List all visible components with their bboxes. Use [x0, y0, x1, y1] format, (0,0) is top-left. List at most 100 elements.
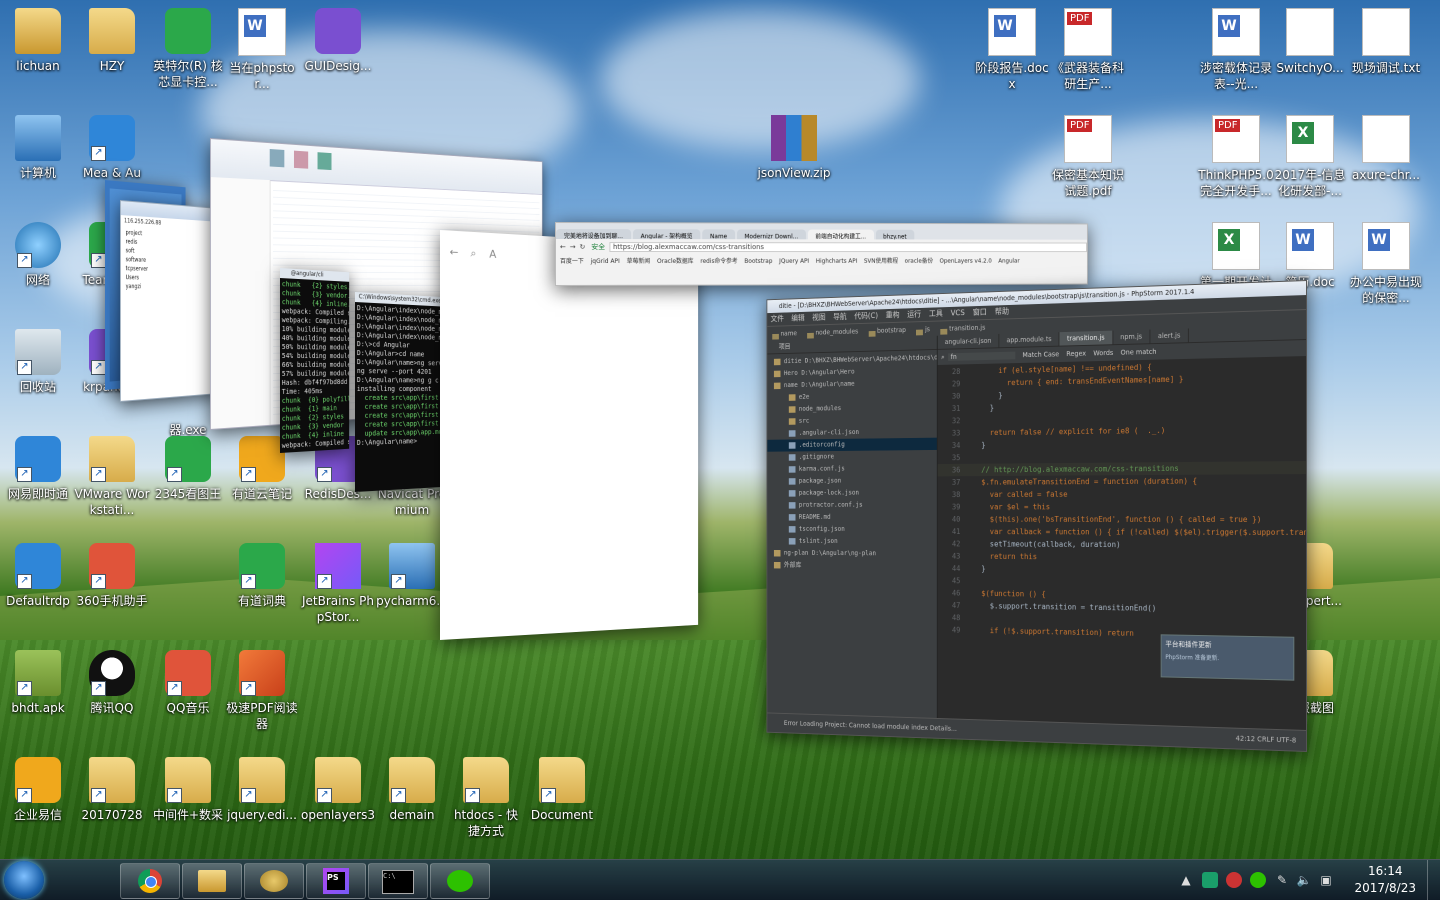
desktop-icon[interactable]: SwitchyO... — [1272, 8, 1348, 76]
menu-item[interactable]: 工具 — [929, 309, 943, 318]
desktop-icon[interactable]: 2017年-信息化研发部-... — [1272, 115, 1348, 199]
desktop-icon[interactable]: 办公中易出现的保密... — [1348, 222, 1424, 306]
taskbar-phpstorm[interactable]: PS — [306, 863, 366, 899]
start-button[interactable] — [4, 861, 44, 899]
bookmark-item[interactable]: SVN使用教程 — [864, 258, 898, 265]
taskbar-app[interactable] — [244, 863, 304, 899]
taskbar-cmd[interactable]: C:\ — [368, 863, 428, 899]
menu-item[interactable]: 帮助 — [995, 307, 1009, 316]
browser-tab[interactable]: 前端自动化构建工... — [807, 229, 874, 240]
url-bar[interactable]: https://blog.alexmaccaw.com/css-transiti… — [609, 242, 1087, 253]
desktop-icon[interactable]: ↗ Document — [524, 757, 600, 823]
desktop-icon[interactable]: 简历.doc — [1272, 222, 1348, 290]
desktop-icon[interactable]: lichuan — [0, 8, 76, 74]
desktop-icon[interactable]: ↗ htdocs - 快捷方式 — [448, 757, 524, 839]
desktop-icon[interactable]: ↗ VMware Workstati... — [74, 436, 150, 518]
search-icon[interactable]: ⌕ — [470, 247, 476, 261]
window-blank-browser[interactable]: ← ⌕ A — [440, 230, 699, 640]
find-option-checkbox[interactable]: Regex — [1066, 350, 1086, 358]
window-file-explorer[interactable]: 116.255.226.88 project redis soft software t… — [120, 200, 219, 402]
tray-wechat-icon[interactable] — [1250, 872, 1266, 888]
bookmark-item[interactable]: JQuery API — [779, 258, 809, 265]
update-notification[interactable]: 平台和插件更新 PhpStorm 准备更新. — [1160, 634, 1295, 681]
browser-tab[interactable]: bhzy.net — [875, 229, 915, 240]
find-option-checkbox[interactable]: One match — [1121, 348, 1157, 357]
breadcrumb-item[interactable]: transition.js — [940, 324, 985, 335]
menu-item[interactable]: 导航 — [833, 312, 847, 321]
menu-item[interactable]: 编辑 — [791, 314, 804, 323]
tree-item[interactable]: yangzi — [126, 282, 214, 292]
back-icon[interactable]: ← — [560, 243, 566, 251]
desktop-icon[interactable]: ↗ 20170728 — [74, 757, 150, 823]
window-terminal-angular-cli[interactable]: @angular/cli chunk {2} styles.bundle.js,… — [280, 268, 350, 453]
notification-body[interactable]: PhpStorm 准备更新. — [1165, 652, 1289, 664]
browser-tab[interactable]: Name — [702, 229, 735, 240]
desktop-icon[interactable]: ↗ 腾讯QQ — [74, 650, 150, 716]
desktop-icon[interactable]: ↗ 2345看图王 — [150, 436, 226, 502]
desktop-icon[interactable]: ↗ 中间件+数采 — [150, 757, 226, 823]
desktop-icon[interactable]: ↗ 网易即时通 — [0, 436, 76, 502]
find-input[interactable]: fn — [948, 351, 1016, 361]
toolbar-icon[interactable] — [293, 150, 309, 169]
desktop-icon[interactable]: 当在phpstor... — [224, 8, 300, 92]
desktop-icon[interactable]: 涉密载体记录表--光... — [1198, 8, 1274, 92]
bookmark-item[interactable]: jqGrid API — [591, 258, 620, 265]
menu-item[interactable]: VCS — [951, 308, 965, 317]
desktop-icon[interactable]: 英特尔(R) 核芯显卡控... — [150, 8, 226, 90]
find-option-checkbox[interactable]: Match Case — [1022, 350, 1059, 359]
desktop-icon[interactable]: 保密基本知识试题.pdf — [1050, 115, 1126, 199]
find-option-checkbox[interactable]: Words — [1093, 349, 1113, 357]
bookmark-item[interactable]: Oracle数据库 — [657, 258, 694, 265]
desktop-icon[interactable]: ↗ demain — [374, 757, 450, 823]
taskbar-wechat[interactable] — [430, 863, 490, 899]
browser-tab[interactable]: Modernizr Downl... — [736, 229, 806, 240]
menu-item[interactable]: 运行 — [907, 310, 921, 319]
desktop-icon[interactable]: ↗ Defaultrdp — [0, 543, 76, 609]
breadcrumb-item[interactable]: bootstrap — [868, 326, 906, 337]
desktop-icon[interactable]: ThinkPHP5.0完全开发手... — [1198, 115, 1274, 199]
back-icon[interactable]: ← — [450, 246, 459, 259]
toolbar-icon[interactable] — [317, 152, 332, 171]
bookmark-item[interactable]: oracle备份 — [905, 258, 933, 265]
status-message[interactable]: Error Loading Project: Cannot load modul… — [784, 719, 957, 732]
tray-network-icon[interactable]: ▣ — [1318, 872, 1334, 888]
project-tree-item[interactable]: protractor.conf.js — [767, 499, 937, 511]
desktop-icon[interactable]: ↗ 360手机助手 — [74, 543, 150, 609]
tray-app-icon[interactable]: ✎ — [1274, 872, 1290, 888]
menu-item[interactable]: 重构 — [886, 311, 900, 320]
desktop-icon[interactable]: ↗ jquery.edi... — [224, 757, 300, 823]
bookmark-item[interactable]: Angular — [998, 258, 1019, 265]
desktop-icon[interactable]: ↗ 网络 — [0, 222, 76, 288]
bookmark-item[interactable]: 草莓新闻 — [627, 258, 651, 265]
project-tree-item[interactable]: package-lock.json — [767, 487, 937, 500]
desktop-icon[interactable]: ↗ bhdt.apk — [0, 650, 76, 716]
desktop-icon[interactable]: ↗ JetBrains PhpStor... — [300, 543, 376, 625]
bookmark-item[interactable]: Bootstrap — [744, 258, 772, 265]
tray-app-icon[interactable] — [1202, 872, 1218, 888]
browser-tab[interactable]: Angular - 架构概览 — [632, 229, 701, 240]
desktop-icon[interactable]: 计算机 — [0, 115, 76, 181]
breadcrumb-item[interactable]: js — [916, 326, 930, 336]
reload-icon[interactable]: ↻ — [580, 243, 586, 251]
menu-item[interactable]: 代码(C) — [854, 311, 878, 320]
breadcrumb-item[interactable]: node_modules — [807, 328, 858, 339]
editor-tab[interactable]: transition.js — [1059, 330, 1113, 346]
bookmark-item[interactable]: 百度一下 — [560, 258, 584, 265]
tray-expand-icon[interactable]: ▲ — [1178, 872, 1194, 888]
desktop-icon[interactable]: jsonView.zip — [756, 115, 832, 181]
bookmark-item[interactable]: redis命令参考 — [700, 258, 737, 265]
project-tree-item[interactable]: package.json — [767, 474, 937, 487]
editor-tab[interactable]: alert.js — [1150, 328, 1189, 344]
desktop-icon[interactable]: ↗ 有道词典 — [224, 543, 300, 609]
desktop-icon[interactable]: ↗ openlayers3 — [300, 757, 376, 823]
menu-item[interactable]: 视图 — [812, 313, 825, 322]
forward-icon[interactable]: → — [570, 243, 576, 251]
desktop-icon[interactable]: 现场调试.txt — [1348, 8, 1424, 76]
tray-app-icon[interactable] — [1226, 872, 1242, 888]
tray-volume-icon[interactable]: 🔈 — [1296, 872, 1312, 888]
desktop-icon[interactable]: 阶段报告.docx — [974, 8, 1050, 92]
desktop-icon[interactable]: axure-chr... — [1348, 115, 1424, 183]
editor-tab[interactable]: angular-cli.json — [937, 333, 1000, 349]
bookmark-item[interactable]: Highcharts API — [816, 258, 858, 265]
window-chrome-browser[interactable]: 完美地将设备加到聊... Angular - 架构概览 Name Modernizr … — [555, 222, 1088, 286]
